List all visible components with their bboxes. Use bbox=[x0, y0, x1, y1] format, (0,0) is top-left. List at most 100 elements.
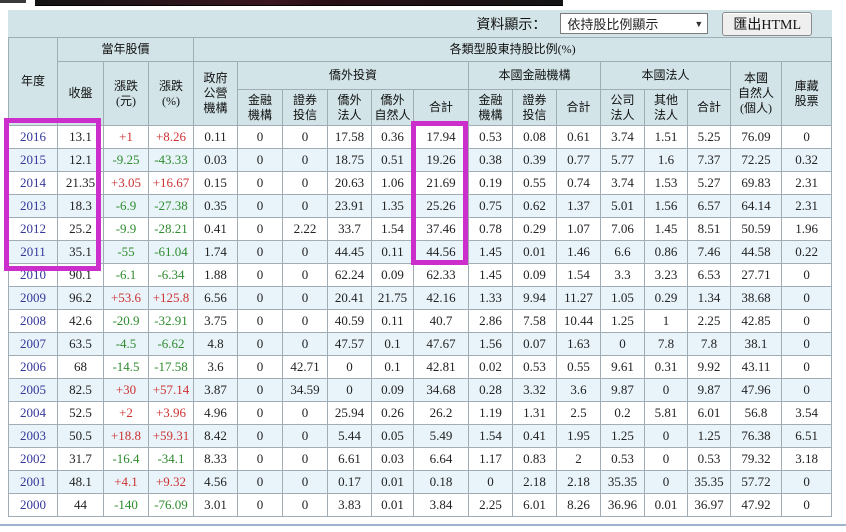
value-cell: 44.56 bbox=[413, 240, 469, 264]
value-cell: 17.94 bbox=[413, 125, 469, 149]
value-cell: 6.01 bbox=[512, 493, 557, 517]
value-cell: 0 bbox=[780, 263, 833, 287]
value-cell: +57.14 bbox=[148, 378, 194, 402]
value-cell: 0 bbox=[282, 447, 328, 471]
value-cell: 37.46 bbox=[413, 217, 469, 241]
value-cell: 25.2 bbox=[57, 217, 104, 241]
col-header-change-percent: 漲跌 (%) bbox=[148, 61, 194, 126]
value-cell: 0.53 bbox=[600, 447, 645, 471]
value-cell: 21.69 bbox=[413, 171, 469, 195]
value-cell: 0.55 bbox=[556, 355, 601, 379]
value-cell: 0.39 bbox=[512, 148, 557, 172]
value-cell: -6.34 bbox=[148, 263, 194, 287]
col-header: 合計 bbox=[413, 89, 469, 126]
top-left-fragment bbox=[0, 0, 26, 3]
value-cell: 0 bbox=[282, 148, 328, 172]
value-cell: 72.25 bbox=[730, 148, 782, 172]
value-cell: 0.01 bbox=[371, 470, 414, 494]
value-cell: 0.53 bbox=[468, 125, 513, 149]
table-row: 2005 82.5 +30 +57.14 3.87 0 34.59 0 0.09 34.68 0.2… bbox=[8, 378, 833, 402]
value-cell: 6.64 bbox=[413, 447, 469, 471]
value-cell: 0 bbox=[282, 286, 328, 310]
value-cell: +4.1 bbox=[103, 470, 149, 494]
value-cell: -9.9 bbox=[103, 217, 149, 241]
value-cell: -6.1 bbox=[103, 263, 149, 287]
page: 資料顯示： 依持股比例顯示 ▼ 匯出HTML 年度 當年股價 各類型股東持股比例… bbox=[0, 0, 846, 532]
year-cell: 2007 bbox=[8, 332, 58, 356]
value-cell: 1.54 bbox=[371, 217, 414, 241]
value-cell: 2.31 bbox=[780, 194, 833, 218]
value-cell: 0.53 bbox=[512, 355, 557, 379]
value-cell: 0.15 bbox=[193, 171, 238, 195]
table-row: 2010 90.1 -6.1 -6.34 1.88 0 0 62.24 0.09 62.33 1.4… bbox=[8, 263, 833, 287]
value-cell: 0 bbox=[780, 125, 833, 149]
value-cell: 44.45 bbox=[327, 240, 372, 264]
value-cell: 36.96 bbox=[600, 493, 645, 517]
value-cell: 0.38 bbox=[468, 148, 513, 172]
table-row: 2014 21.35 +3.05 +16.67 0.15 0 0 20.63 1.06 21.69… bbox=[8, 171, 833, 195]
value-cell: 0.61 bbox=[556, 125, 601, 149]
value-cell: 0.78 bbox=[468, 217, 513, 241]
display-mode-select[interactable]: 依持股比例顯示 ▼ bbox=[560, 13, 709, 34]
year-cell: 2014 bbox=[8, 171, 58, 195]
table-row: 2003 50.5 +18.8 +59.31 8.42 0 0 5.44 0.05 5.49 1.5… bbox=[8, 424, 833, 448]
col-header-change-amount: 漲跌 (元) bbox=[103, 61, 149, 126]
value-cell: 6.53 bbox=[687, 263, 731, 287]
value-cell: 7.46 bbox=[687, 240, 731, 264]
value-cell: 0.36 bbox=[371, 125, 414, 149]
chevron-down-icon: ▼ bbox=[694, 18, 704, 29]
value-cell: +16.67 bbox=[148, 171, 194, 195]
display-mode-selected-value: 依持股比例顯示 bbox=[567, 17, 659, 32]
value-cell: 0 bbox=[237, 171, 283, 195]
value-cell: +2 bbox=[103, 401, 149, 425]
value-cell: 3.32 bbox=[512, 378, 557, 402]
value-cell: 1.63 bbox=[556, 332, 601, 356]
value-cell: 38.68 bbox=[730, 286, 782, 310]
value-cell: 7.8 bbox=[687, 332, 731, 356]
value-cell: 1.95 bbox=[556, 424, 601, 448]
value-cell: +53.6 bbox=[103, 286, 149, 310]
export-html-button[interactable]: 匯出HTML bbox=[722, 11, 812, 36]
value-cell: 0 bbox=[644, 424, 688, 448]
value-cell: 0.01 bbox=[644, 493, 688, 517]
value-cell: 38.1 bbox=[730, 332, 782, 356]
value-cell: 18.3 bbox=[57, 194, 104, 218]
value-cell: 0 bbox=[644, 470, 688, 494]
value-cell: 0 bbox=[282, 401, 328, 425]
value-cell: 0.41 bbox=[193, 217, 238, 241]
value-cell: 3.6 bbox=[556, 378, 601, 402]
col-header: 金融 機構 bbox=[468, 89, 513, 126]
value-cell: 0.86 bbox=[644, 240, 688, 264]
col-header: 僑外 自然人 bbox=[371, 89, 414, 126]
value-cell: -140 bbox=[103, 493, 149, 517]
value-cell: 7.58 bbox=[512, 309, 557, 333]
value-cell: 68 bbox=[57, 355, 104, 379]
value-cell: 1.07 bbox=[556, 217, 601, 241]
value-cell: 0.1 bbox=[371, 332, 414, 356]
value-cell: 8.26 bbox=[556, 493, 601, 517]
value-cell: 11.27 bbox=[556, 286, 601, 310]
value-cell: 76.38 bbox=[730, 424, 782, 448]
year-cell: 2012 bbox=[8, 217, 58, 241]
value-cell: 43.11 bbox=[730, 355, 782, 379]
value-cell: 0 bbox=[282, 424, 328, 448]
year-cell: 2016 bbox=[8, 125, 58, 149]
value-cell: 0 bbox=[237, 332, 283, 356]
table-row: 2004 52.5 +2 +3.96 4.96 0 0 25.94 0.26 26.2 1.19 1.… bbox=[8, 401, 833, 425]
value-cell: 25.26 bbox=[413, 194, 469, 218]
value-cell: 3.84 bbox=[413, 493, 469, 517]
value-cell: 5.77 bbox=[600, 148, 645, 172]
year-cell: 2001 bbox=[8, 470, 58, 494]
value-cell: 20.63 bbox=[327, 171, 372, 195]
value-cell: 3.75 bbox=[193, 309, 238, 333]
value-cell: +125.8 bbox=[148, 286, 194, 310]
value-cell: 79.32 bbox=[730, 447, 782, 471]
value-cell: 0.77 bbox=[556, 148, 601, 172]
value-cell: 42.71 bbox=[282, 355, 328, 379]
value-cell: 0.11 bbox=[371, 309, 414, 333]
table-row: 2012 25.2 -9.9 -28.21 0.41 0 2.22 33.7 1.54 37.46… bbox=[8, 217, 833, 241]
value-cell: 0 bbox=[644, 447, 688, 471]
value-cell: 47.57 bbox=[327, 332, 372, 356]
year-cell: 2013 bbox=[8, 194, 58, 218]
value-cell: 1.56 bbox=[468, 332, 513, 356]
